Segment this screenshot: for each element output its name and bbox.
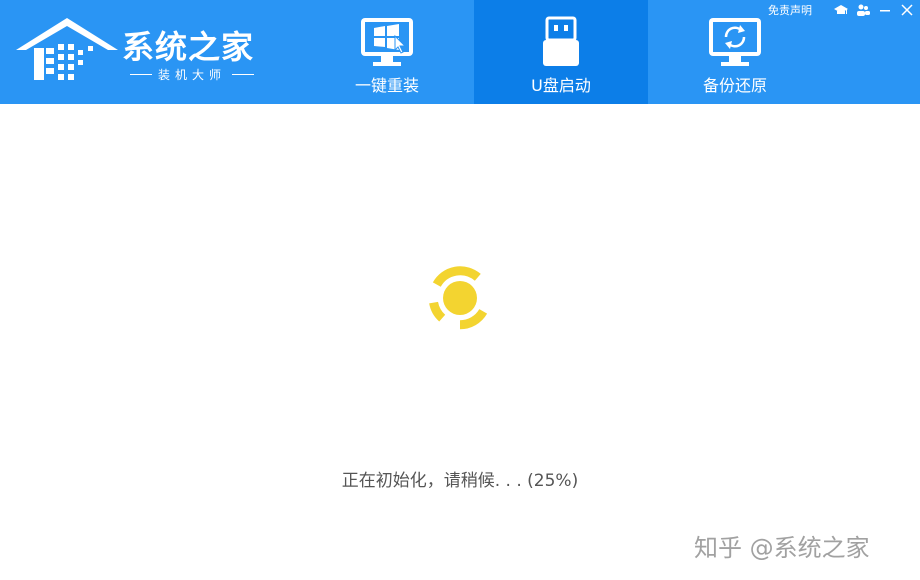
minimize-icon[interactable] [878,3,892,17]
brand-title: 系统之家 [122,28,255,66]
tab-label: U盘启动 [531,76,591,95]
disclaimer-link[interactable]: 免责声明 [768,2,812,18]
window-controls: 免责声明 [768,2,914,18]
users-icon[interactable] [856,3,870,17]
status-text: 正在初始化，请稍候. . . (25%) [341,471,579,491]
tab-label: 备份还原 [702,76,767,95]
tab-usb-boot[interactable]: U盘启动 [474,0,648,104]
windows-monitor-icon [361,18,413,66]
backup-restore-icon [709,18,761,66]
main-content [0,104,920,580]
divider [130,74,152,75]
watermark: 知乎 @系统之家 [694,534,870,562]
house-logo-icon [16,18,118,80]
brand-subtitle-row: 装机大师 [130,66,270,83]
brand-subtitle: 装机大师 [158,68,227,82]
loading-spinner-icon [429,266,488,330]
tab-one-click-reinstall[interactable]: 一键重装 [300,0,474,104]
brand-logo: 系统之家 装机大师 [12,12,272,84]
usb-drive-icon [543,16,579,66]
divider [232,74,255,75]
main-nav: 一键重装 U盘启动 备份还原 [300,0,822,104]
close-icon[interactable] [900,3,914,17]
tab-label: 一键重装 [354,76,419,95]
graduation-cap-icon[interactable] [834,3,848,17]
app-header: 系统之家 装机大师 一键重装 U盘启动 备份还原 免责声明 [0,0,920,104]
